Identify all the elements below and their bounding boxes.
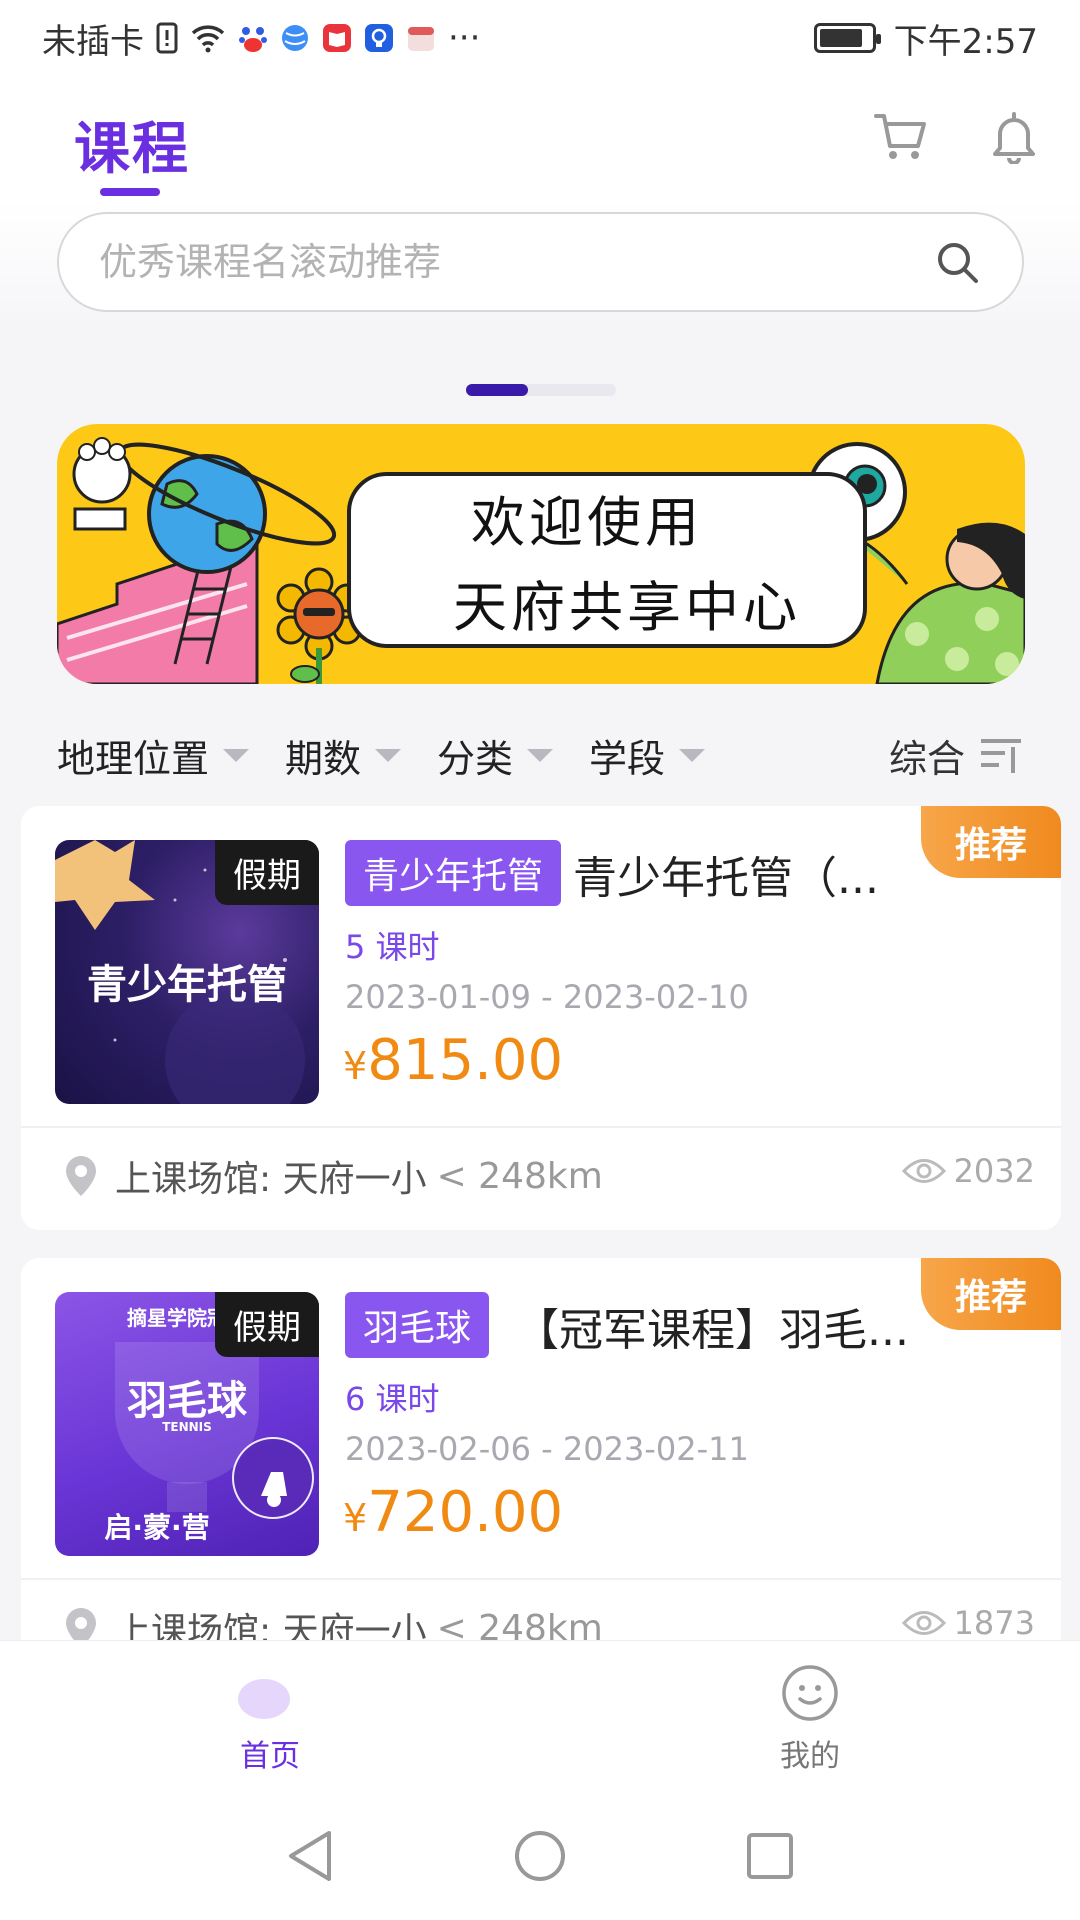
course-thumbnail: 摘星学院冠军 羽毛球 TENNIS 启·蒙·营 假期 bbox=[55, 1292, 319, 1556]
filter-period[interactable]: 期数 bbox=[285, 728, 402, 783]
course-card[interactable]: 摘星学院冠军 羽毛球 TENNIS 启·蒙·营 假期 羽毛球 【冠军课程】羽毛.… bbox=[21, 1258, 1061, 1682]
sort-button[interactable]: 综合 bbox=[889, 728, 1023, 783]
notification-button[interactable] bbox=[982, 104, 1046, 168]
sim-alert-icon bbox=[156, 22, 178, 54]
caret-down-icon bbox=[527, 748, 554, 762]
caret-down-icon bbox=[679, 748, 706, 762]
home-circle-icon bbox=[515, 1831, 565, 1881]
course-dates: 2023-01-09 - 2023-02-10 bbox=[345, 978, 749, 1016]
banner-pager-active bbox=[466, 384, 528, 396]
location-pin-icon bbox=[66, 1156, 96, 1196]
search-input[interactable] bbox=[99, 240, 932, 284]
smiley-icon bbox=[782, 1665, 838, 1721]
filter-category-label: 分类 bbox=[437, 736, 514, 781]
bell-icon bbox=[993, 112, 1035, 164]
view-count-value: 2032 bbox=[953, 1152, 1035, 1190]
recommend-badge: 推荐 bbox=[921, 806, 1061, 878]
course-screen: 未插卡 ··· 下午2:57 课程 优秀课程名滚动推荐 欢迎使用 天府共享中心 … bbox=[0, 0, 1080, 1920]
thumbnail-title: 青少年托管 bbox=[87, 962, 287, 1008]
battery-icon bbox=[813, 23, 881, 53]
holiday-badge: 假期 bbox=[215, 1292, 319, 1357]
divider bbox=[21, 1578, 1061, 1580]
course-title: 青少年托管（... bbox=[573, 853, 879, 904]
eye-icon bbox=[901, 1611, 946, 1635]
venue-name: 上课场馆: 天府一小 bbox=[115, 1159, 427, 1200]
bottom-tab-bar: 首页 我的 bbox=[0, 1640, 1080, 1790]
back-triangle-icon bbox=[289, 1831, 331, 1881]
price-amount: 815.00 bbox=[367, 1028, 564, 1093]
battery-level-fill bbox=[819, 29, 863, 47]
search-area bbox=[0, 200, 1080, 320]
banner-line2: 天府共享中心 bbox=[453, 576, 801, 639]
home-button[interactable] bbox=[510, 1826, 570, 1886]
eye-icon bbox=[901, 1159, 946, 1183]
filter-grade[interactable]: 学段 bbox=[589, 728, 706, 783]
course-dates: 2023-02-06 - 2023-02-11 bbox=[345, 1430, 749, 1468]
holiday-badge: 假期 bbox=[215, 840, 319, 905]
course-hours: 5 课时 bbox=[345, 928, 440, 966]
reader-app-icon bbox=[322, 23, 352, 53]
recents-square-icon bbox=[747, 1833, 793, 1879]
view-count: 2032 bbox=[901, 1152, 1035, 1190]
calendar-app-icon bbox=[406, 23, 436, 53]
carrier-label: 未插卡 bbox=[42, 21, 144, 62]
thumbnail-subtitle: TENNIS bbox=[162, 1420, 212, 1434]
recents-button[interactable] bbox=[740, 1826, 800, 1886]
page-title[interactable]: 课程 bbox=[74, 104, 190, 185]
recommend-badge: 推荐 bbox=[921, 1258, 1061, 1330]
tab-me-label: 我的 bbox=[780, 1739, 840, 1774]
thumbnail-title: 羽毛球 bbox=[127, 1378, 247, 1424]
tab-home-label: 首页 bbox=[240, 1739, 300, 1774]
more-notifications-label: ··· bbox=[448, 18, 481, 58]
sort-label: 综合 bbox=[888, 736, 965, 781]
filter-period-label: 期数 bbox=[285, 736, 362, 781]
cart-button[interactable] bbox=[868, 104, 932, 168]
course-thumbnail: 青少年托管 假期 bbox=[55, 840, 319, 1104]
wifi-icon bbox=[190, 23, 226, 53]
baidu-app-icon bbox=[238, 23, 268, 53]
venue-info: 上课场馆: 天府一小 < 248km bbox=[61, 1150, 603, 1202]
system-nav-bar bbox=[0, 1790, 1080, 1920]
category-tag: 羽毛球 bbox=[345, 1292, 490, 1358]
caret-down-icon bbox=[375, 748, 402, 762]
clock-label: 下午2:57 bbox=[893, 21, 1038, 62]
active-tab-indicator bbox=[100, 188, 160, 196]
banner-speech-bubble: 欢迎使用 天府共享中心 bbox=[347, 472, 867, 648]
venue-distance: < 248km bbox=[436, 1155, 603, 1197]
cart-icon bbox=[874, 114, 926, 159]
banner-pager bbox=[466, 384, 616, 396]
thumbnail-bottom-text: 启·蒙·营 bbox=[104, 1511, 210, 1544]
filter-location-label: 地理位置 bbox=[57, 736, 210, 781]
bulb-app-icon bbox=[364, 23, 394, 53]
search-icon[interactable] bbox=[932, 237, 982, 287]
price-amount: 720.00 bbox=[367, 1480, 564, 1545]
course-card[interactable]: 青少年托管 假期 青少年托管 青少年托管（... 5 课时 2023-01-09… bbox=[21, 806, 1061, 1230]
view-count: 1873 bbox=[901, 1604, 1035, 1642]
filter-category[interactable]: 分类 bbox=[437, 728, 554, 783]
banner-line1: 欢迎使用 bbox=[471, 491, 703, 554]
course-title: 【冠军课程】羽毛... bbox=[515, 1305, 909, 1356]
course-price: ¥815.00 bbox=[343, 1028, 563, 1093]
category-tag: 青少年托管 bbox=[345, 840, 562, 906]
back-button[interactable] bbox=[280, 1826, 340, 1886]
tab-home[interactable]: 首页 bbox=[170, 1663, 370, 1775]
caret-down-icon bbox=[223, 748, 250, 762]
header: 课程 bbox=[0, 76, 1080, 200]
filter-bar: 地理位置 期数 分类 学段 综合 bbox=[0, 712, 1080, 798]
search-bar[interactable] bbox=[57, 212, 1024, 312]
divider bbox=[21, 1126, 1061, 1128]
status-bar: 未插卡 ··· 下午2:57 bbox=[0, 0, 1080, 76]
filter-location[interactable]: 地理位置 bbox=[57, 728, 250, 783]
currency-symbol: ¥ bbox=[343, 1496, 368, 1540]
sort-icon bbox=[981, 739, 1021, 773]
home-moon-icon bbox=[238, 1667, 305, 1721]
welcome-banner[interactable]: 欢迎使用 天府共享中心 bbox=[57, 424, 1025, 684]
tab-me[interactable]: 我的 bbox=[710, 1663, 910, 1775]
view-count-value: 1873 bbox=[953, 1604, 1035, 1642]
course-price: ¥720.00 bbox=[343, 1480, 563, 1545]
browser-app-icon bbox=[280, 23, 310, 53]
filter-grade-label: 学段 bbox=[589, 736, 666, 781]
currency-symbol: ¥ bbox=[343, 1044, 368, 1088]
course-hours: 6 课时 bbox=[345, 1380, 440, 1418]
